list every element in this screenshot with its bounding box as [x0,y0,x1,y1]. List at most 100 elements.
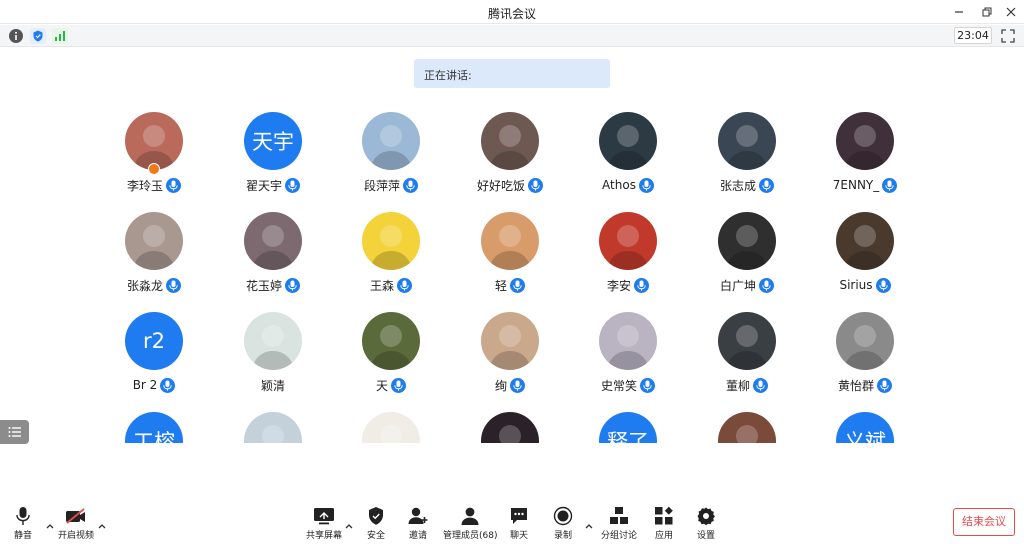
avatar [836,112,894,170]
share-options-caret[interactable] [344,516,354,529]
apps-button[interactable]: 应用 [653,506,675,542]
avatar: 天宇 [244,112,302,170]
chevron-up-icon [46,524,54,529]
participant-tile[interactable]: 释了 [569,412,687,443]
participant-name: Br 2 [132,378,158,392]
video-options-caret[interactable] [97,516,107,529]
participant-tile[interactable] [451,412,569,443]
record-button[interactable]: 录制 [552,506,574,542]
participant-tile[interactable]: 义斌 [806,412,924,443]
participant-tile[interactable]: 白广坤 [688,212,806,302]
avatar-initials: 释了 [607,430,649,443]
participant-tile[interactable]: 7ENNY_ [806,112,924,202]
microphone-icon [753,377,768,393]
participant-name: 好好吃饭 [476,178,525,193]
avatar [481,212,539,270]
participant-tile[interactable]: Sirius [806,212,924,302]
avatar-photo [244,212,302,270]
participant-tile[interactable]: 花玉婷 [214,212,332,302]
participant-tile[interactable]: 绚 [451,312,569,402]
avatar: 释了 [599,412,657,443]
participant-tile[interactable]: 李安 [569,212,687,302]
participant-name-row: 张淼龙 [95,276,213,294]
settings-button[interactable]: 设置 [695,506,717,542]
mic-glyph [756,380,765,391]
participant-tile[interactable]: r2 Br 2 [95,312,213,402]
participant-tile[interactable]: 段萍萍 [332,112,450,202]
avatar-photo [718,412,776,443]
mic-glyph [878,280,888,291]
participant-tile[interactable]: 天 [332,312,450,402]
share-screen-button[interactable]: 共享屏幕 [306,506,342,542]
chevron-up-icon [98,524,106,529]
microphone-icon [759,277,774,293]
microphone-icon [759,177,774,193]
participant-name: Athos [602,178,636,192]
avatar [125,212,183,270]
participant-name: 绚 [494,378,507,393]
chat-button[interactable]: 聊天 [508,506,530,542]
avatar: 义斌 [836,412,894,443]
mic-glyph [394,380,403,391]
microphone-icon [528,177,543,193]
invite-button[interactable]: 邀请 [407,506,429,542]
participant-name-row: 史常笑 [569,376,687,394]
microphone-icon [640,377,655,393]
participant-name: 黄怡群 [837,378,874,393]
mic-glyph [169,280,178,291]
participant-tile[interactable]: 工榕 [95,412,213,443]
participant-tile[interactable]: 天宇 翟天宇 [214,112,332,202]
participant-tile[interactable] [214,412,332,443]
avatar [125,112,183,170]
avatar-photo [362,312,420,370]
avatar [836,212,894,270]
start-video-button[interactable]: 开启视频 [58,506,94,542]
participant-tile[interactable] [688,412,806,443]
mic-glyph [637,280,646,291]
participant-tile[interactable]: 好好吃饭 [451,112,569,202]
participant-tile[interactable]: 董柳 [688,312,806,402]
chevron-up-icon [345,524,353,529]
avatar [481,112,539,170]
avatar [718,112,776,170]
participant-tile[interactable]: 史常笑 [569,312,687,402]
mic-glyph [513,280,522,291]
participant-tile[interactable]: 张淼龙 [95,212,213,302]
participant-tile[interactable] [332,412,450,443]
manage-members-button[interactable]: 管理成员(68) [443,506,497,542]
participant-name-row: 王森 [332,276,450,294]
end-meeting-button[interactable]: 结束会议 [953,508,1015,536]
participant-tile[interactable]: 王森 [332,212,450,302]
participant-tile[interactable]: 李玲玉 [95,112,213,202]
avatar-photo [481,312,539,370]
host-badge-icon [148,163,160,175]
mic-glyph [406,180,415,191]
participant-tile[interactable]: 颖清 [214,312,332,402]
member-list-toggle[interactable] [0,420,29,444]
participant-name: 张志成 [719,178,756,193]
mic-glyph [643,380,652,391]
breakout-icon [610,507,628,524]
breakout-rooms-button[interactable]: 分组讨论 [601,506,637,542]
participant-name: 史常笑 [600,378,637,393]
microphone-icon [397,277,412,293]
participant-grid: 李玲玉 天宇 翟天宇 段萍萍好好吃饭 Athos 张志成 7ENNY_ 张淼龙 花玉婷 王森轻李安… [0,0,1024,443]
audio-options-caret[interactable] [45,516,55,529]
microphone-icon [391,377,406,393]
record-options-caret[interactable] [584,516,594,529]
participant-name: Sirius [839,278,873,292]
avatar-initials: 工榕 [133,430,175,443]
participant-tile[interactable]: 张志成 [688,112,806,202]
mic-glyph [762,280,771,291]
participant-name: 颖清 [260,378,285,393]
avatar-photo [481,212,539,270]
participant-tile[interactable]: Athos [569,112,687,202]
avatar [599,112,657,170]
participant-tile[interactable]: 黄怡群 [806,312,924,402]
participant-tile[interactable]: 轻 [451,212,569,302]
microphone-icon [160,377,176,393]
security-button[interactable]: 安全 [365,506,387,542]
avatar-photo [362,112,420,170]
mute-button[interactable]: 静音 [12,506,34,542]
participant-name-row: 李安 [569,276,687,294]
